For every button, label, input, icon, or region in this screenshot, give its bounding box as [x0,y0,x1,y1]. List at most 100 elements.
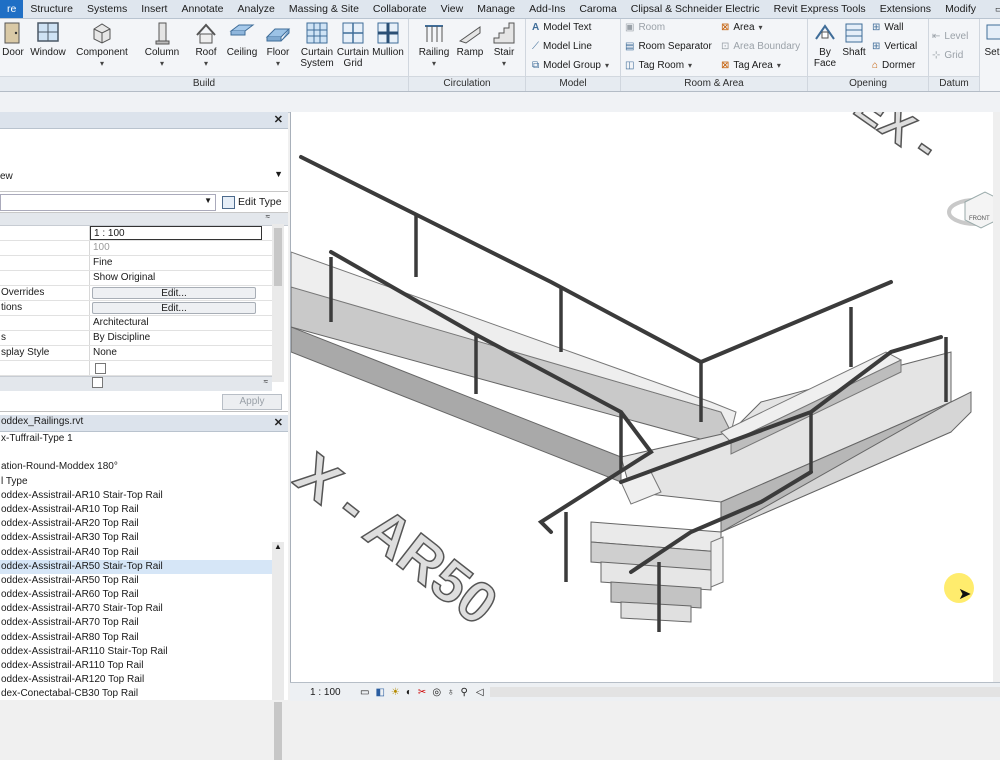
browser-tree-item[interactable]: oddex-Assistrail-AR40 Top Rail [0,546,272,560]
curtain-system-button[interactable]: Curtain System [298,21,336,69]
properties-group-header[interactable]: ≈ [0,212,288,226]
area-button[interactable]: ⊠ Area ▾ [721,22,763,33]
tab-systems[interactable]: Systems [80,0,134,18]
viewport-scrollbar[interactable] [993,112,1000,682]
edit-type-button[interactable]: Edit Type [222,195,282,209]
browser-tree-item[interactable] [0,446,272,460]
tab-analyze[interactable]: Analyze [231,0,282,18]
roof-button[interactable]: Roof ▾ [192,21,220,69]
window-button[interactable]: Window [28,21,68,58]
tab-caroma[interactable]: Caroma [572,0,623,18]
browser-tree-item[interactable]: oddex-Assistrail-AR50 Top Rail [0,574,272,588]
browser-tree-item[interactable]: oddex-Assistrail-AR120 Top Rail [0,673,272,687]
tab-view[interactable]: View [434,0,471,18]
ribbon-options-icon[interactable]: ▭▾ [989,4,1000,15]
browser-tree-item[interactable]: oddex-Assistrail-AR60 Top Rail [0,588,272,602]
scrollbar-thumb[interactable] [274,702,282,760]
level-button[interactable]: ⇤ Level [932,31,968,42]
tab-massing-site[interactable]: Massing & Site [282,0,366,18]
browser-tree-item[interactable]: l Type [0,475,272,489]
type-selector[interactable]: ew ▼ [0,129,288,192]
tab-annotate[interactable]: Annotate [174,0,230,18]
tag-area-button[interactable]: ⊠ Tag Area ▾ [721,60,781,71]
column-button[interactable]: Column ▾ [142,21,182,69]
room-button[interactable]: ▣ Room [625,22,665,33]
browser-tree-item[interactable]: oddex-Assistrail-AR10 Top Rail [0,503,272,517]
tab-add-ins[interactable]: Add-Ins [522,0,572,18]
analysis-display-icon[interactable]: ⚲ [461,687,468,698]
property-checkbox[interactable] [95,363,106,374]
wall-opening-button[interactable]: ⊞ Wall [872,22,903,33]
browser-tree-item[interactable]: oddex-Assistrail-AR110 Stair-Top Rail [0,645,272,659]
sun-path-icon[interactable]: ☀ [391,687,400,698]
grid-button[interactable]: ⊹ Grid [932,50,963,61]
3d-viewport[interactable]: EX - X - AR50 FRONT ➤ [290,112,1000,682]
browser-tree-item[interactable]: oddex-Assistrail-AR110 Top Rail [0,659,272,673]
dormer-button[interactable]: ⌂ Dormer [872,60,915,71]
tab-extensions[interactable]: Extensions [873,0,938,18]
browser-scrollbar[interactable]: ▲ [272,542,284,760]
apply-button[interactable]: Apply [222,394,282,410]
model-group-button[interactable]: ⧉ Model Group ▾ [532,60,609,71]
collapse-icon[interactable]: ≈ [266,212,270,221]
tab-revit-express-tools[interactable]: Revit Express Tools [767,0,873,18]
railing-button[interactable]: Railing ▾ [417,21,451,69]
close-icon[interactable]: ✕ [274,113,283,126]
browser-tree-item[interactable]: oddex-Assistrail-AR20 Top Rail [0,517,272,531]
ramp-button[interactable]: Ramp [455,21,485,58]
checkbox[interactable] [92,377,103,388]
scrollbar-thumb[interactable] [274,228,282,286]
scroll-left-icon[interactable]: ◁ [476,687,484,698]
property-edit-button[interactable]: Edit... [92,287,256,299]
detail-level-icon[interactable]: ▭ [360,687,369,698]
area-boundary-button[interactable]: ⊡ Area Boundary [721,41,800,52]
view-cube[interactable]: FRONT [941,162,1000,242]
instance-filter-dropdown[interactable]: ▼ [0,193,216,211]
by-face-button[interactable]: By Face [812,21,838,69]
mullion-button[interactable]: Mullion [370,21,406,58]
curtain-grid-button[interactable]: Curtain Grid [336,21,370,69]
floor-button[interactable]: Floor ▾ [264,21,292,69]
model-text-button[interactable]: A Model Text [532,22,591,33]
property-edit-button[interactable]: Edit... [92,302,256,314]
stair-button[interactable]: Stair ▾ [489,21,519,69]
tab-collaborate[interactable]: Collaborate [366,0,434,18]
temporary-hide-icon[interactable]: ◎ [432,687,441,698]
door-button[interactable]: Door [0,21,26,58]
browser-tree-item[interactable]: ation-Round-Moddex 180° [0,460,272,474]
room-separator-button[interactable]: ▤ Room Separator [625,41,712,52]
reveal-hidden-icon[interactable]: ♁ [447,687,455,698]
tag-room-button[interactable]: ◫ Tag Room ▾ [625,60,692,71]
tab-clipsal-schneider-electric[interactable]: Clipsal & Schneider Electric [624,0,767,18]
close-icon[interactable]: ✕ [274,416,283,429]
shadows-icon[interactable]: ◐ [406,687,412,698]
horizontal-scrollbar[interactable] [489,687,1000,697]
tab-manage[interactable]: Manage [470,0,522,18]
browser-tree-item[interactable]: oddex-Assistrail-AR10 Stair-Top Rail [0,489,272,503]
browser-tree-item[interactable]: oddex-Assistrail-AR70 Stair-Top Rail [0,602,272,616]
browser-tree-item[interactable]: oddex-Assistrail-AR80 Top Rail [0,631,272,645]
set-work-plane-button[interactable]: Set [982,21,1000,58]
browser-tree-item[interactable]: dex-Conectabal-CB30 Top Rail [0,687,272,701]
vertical-opening-button[interactable]: ⊞ Vertical [872,41,917,52]
shaft-button[interactable]: Shaft [840,21,868,58]
ceiling-button[interactable]: Ceiling [224,21,260,58]
properties-scrollbar[interactable] [272,224,284,382]
property-value-input[interactable]: 1 : 100 [90,226,262,240]
model-line-button[interactable]: ⟋ Model Line [532,41,592,52]
browser-tree-item[interactable]: oddex-Assistrail-AR70 Top Rail [0,616,272,630]
crop-view-icon[interactable]: ✂ [418,687,426,698]
collapse-icon[interactable]: ≈ [264,377,268,386]
browser-tree-item[interactable]: oddex-Assistrail-AR50 Stair-Top Rail [0,559,272,574]
view-scale[interactable]: 1 : 100 [310,687,348,698]
visual-style-icon[interactable]: ◧ [375,687,384,698]
scroll-up-icon[interactable]: ▲ [274,542,282,551]
component-button[interactable]: Component ▾ [74,21,130,69]
browser-tree-item[interactable]: oddex-Assistrail-AR30 Top Rail [0,531,272,545]
tab-re[interactable]: re [0,0,24,18]
browser-tree-item[interactable]: x-Tuffrail-Type 1 [0,432,272,446]
tab-insert[interactable]: Insert [134,0,174,18]
properties-group-header-2[interactable]: ≈ [0,376,272,391]
tab-structure[interactable]: Structure [23,0,80,18]
tab-modify[interactable]: Modify [938,0,983,18]
